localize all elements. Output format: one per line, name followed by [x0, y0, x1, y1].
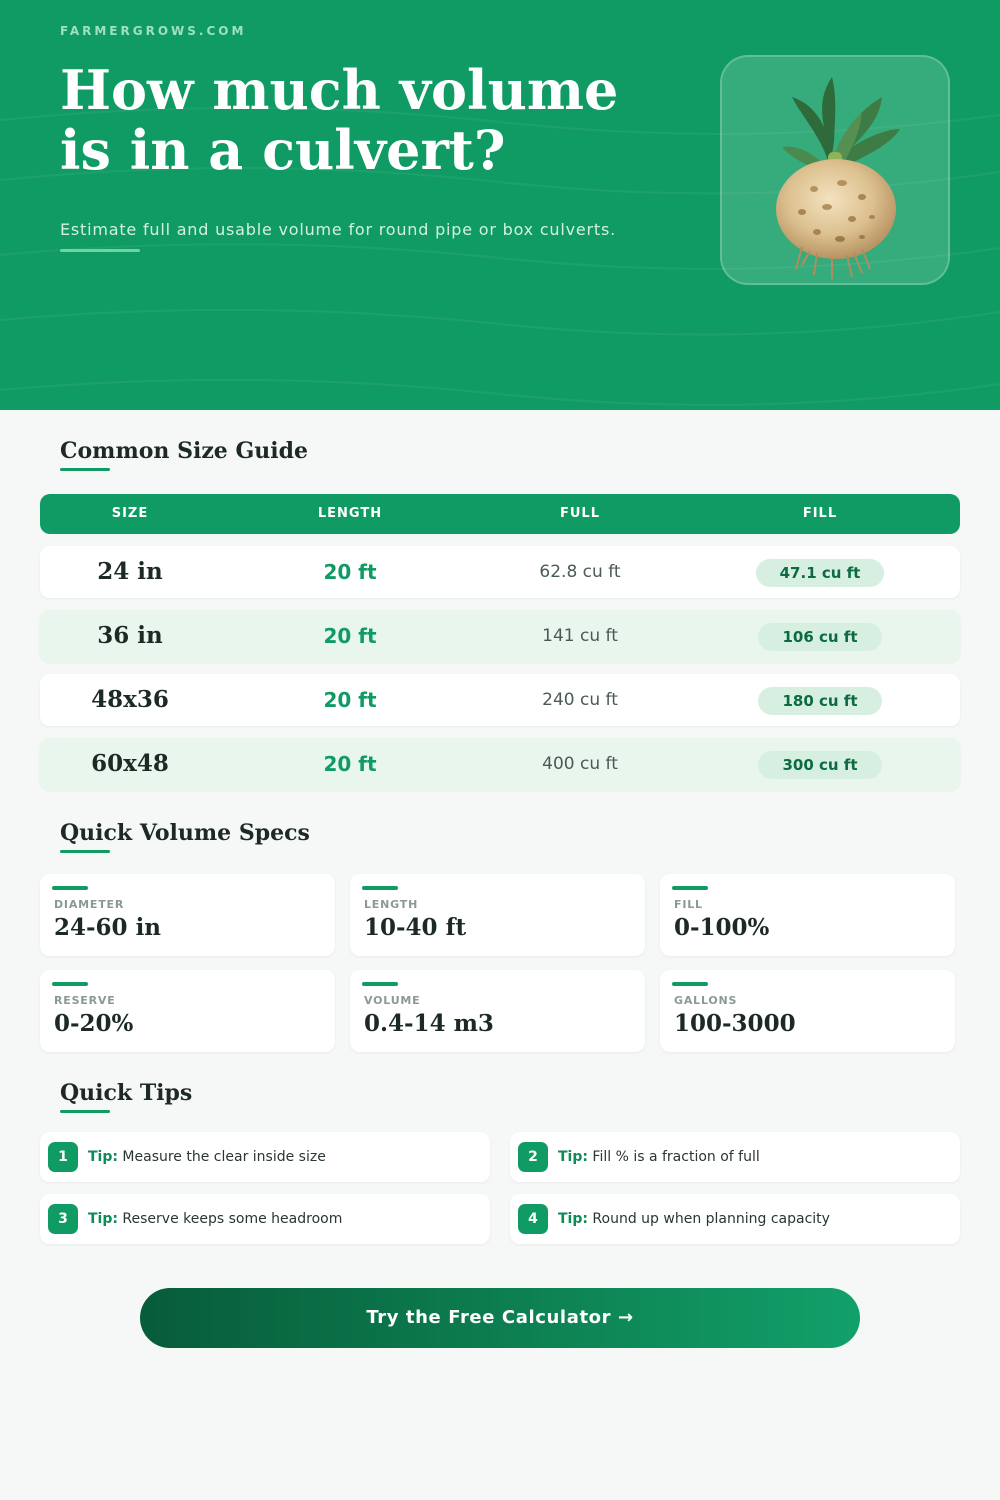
spec-value: 10-40 ft	[364, 914, 467, 941]
try-calculator-button[interactable]: Try the Free Calculator →	[140, 1288, 860, 1348]
specs-title: Quick Volume Specs	[60, 820, 310, 846]
tip-prefix: Tip:	[558, 1149, 588, 1165]
header-full: FULL	[559, 506, 600, 521]
spec-label: VOLUME	[364, 994, 421, 1007]
row-fill-badge: 300 cu ft	[758, 750, 882, 779]
row-size: 60x48	[91, 750, 169, 777]
hero-image-card	[720, 55, 950, 285]
spec-value: 0.4-14 m3	[364, 1010, 494, 1037]
spec-value: 0-20%	[54, 1010, 134, 1037]
row-length: 20 ft	[323, 624, 377, 648]
tip-number-badge: 4	[518, 1204, 548, 1234]
size-guide-title-bar	[60, 468, 110, 471]
subtitle-underline	[60, 249, 140, 252]
table-row: 60x48 20 ft 400 cu ft 300 cu ft	[40, 738, 960, 790]
spec-label: DIAMETER	[54, 898, 125, 911]
row-full: 240 cu ft	[542, 690, 618, 710]
tips-title: Quick Tips	[60, 1080, 193, 1106]
tip-number-badge: 3	[48, 1204, 78, 1234]
page-title: How much volume is in a culvert?	[60, 58, 619, 182]
tip-prefix: Tip:	[88, 1211, 118, 1227]
row-full: 400 cu ft	[542, 754, 618, 774]
row-fill-badge: 47.1 cu ft	[755, 558, 885, 587]
tip-item: 2 Tip: Fill % is a fraction of full	[510, 1132, 960, 1182]
tip-text: Measure the clear inside size	[122, 1149, 326, 1165]
row-fill-badge: 180 cu ft	[758, 686, 882, 715]
header-fill: FILL	[802, 506, 838, 521]
tip-item: 3 Tip: Reserve keeps some headroom	[40, 1194, 490, 1244]
size-guide-header: SIZE LENGTH FULL FILL	[40, 494, 960, 534]
header-size: SIZE	[111, 506, 149, 521]
specs-title-bar	[60, 850, 110, 853]
spec-card-gallons: GALLONS 100-3000	[660, 970, 955, 1052]
table-row: 36 in 20 ft 141 cu ft 106 cu ft	[40, 610, 960, 662]
page-subtitle: Estimate full and usable volume for roun…	[60, 220, 617, 239]
tip-item: 4 Tip: Round up when planning capacity	[510, 1194, 960, 1244]
tip-text: Fill % is a fraction of full	[592, 1149, 760, 1165]
tip-number-badge: 2	[518, 1142, 548, 1172]
tips-title-bar	[60, 1110, 110, 1113]
tip-item: 1 Tip: Measure the clear inside size	[40, 1132, 490, 1182]
tip-number-badge: 1	[48, 1142, 78, 1172]
spec-card-diameter: DIAMETER 24-60 in	[40, 874, 335, 956]
spec-card-reserve: RESERVE 0-20%	[40, 970, 335, 1052]
spec-card-length: LENGTH 10-40 ft	[350, 874, 645, 956]
row-length: 20 ft	[323, 560, 377, 584]
celeriac-icon	[776, 77, 900, 279]
site-brand: FARMERGROWS.COM	[60, 24, 247, 38]
table-row: 24 in 20 ft 62.8 cu ft 47.1 cu ft	[40, 546, 960, 598]
tip-prefix: Tip:	[558, 1211, 588, 1227]
row-size: 48x36	[91, 686, 169, 713]
hero-banner: FARMERGROWS.COM How much volume is in a …	[0, 0, 1000, 410]
row-size: 36 in	[97, 622, 163, 649]
row-full: 62.8 cu ft	[539, 562, 621, 582]
spec-card-volume: VOLUME 0.4-14 m3	[350, 970, 645, 1052]
spec-label: FILL	[674, 898, 703, 911]
spec-value: 0-100%	[674, 914, 770, 941]
row-length: 20 ft	[323, 688, 377, 712]
spec-value: 100-3000	[674, 1010, 796, 1037]
header-length: LENGTH	[317, 506, 383, 521]
table-row: 48x36 20 ft 240 cu ft 180 cu ft	[40, 674, 960, 726]
spec-label: RESERVE	[54, 994, 116, 1007]
tip-text: Reserve keeps some headroom	[122, 1211, 343, 1227]
row-fill-badge: 106 cu ft	[758, 622, 882, 651]
spec-label: LENGTH	[364, 898, 419, 911]
row-length: 20 ft	[323, 752, 377, 776]
tip-text: Round up when planning capacity	[592, 1211, 830, 1227]
spec-value: 24-60 in	[54, 914, 162, 941]
spec-card-fill: FILL 0-100%	[660, 874, 955, 956]
tip-prefix: Tip:	[88, 1149, 118, 1165]
spec-label: GALLONS	[674, 994, 738, 1007]
row-full: 141 cu ft	[542, 626, 618, 646]
row-size: 24 in	[97, 558, 163, 585]
size-guide-title: Common Size Guide	[60, 438, 308, 464]
